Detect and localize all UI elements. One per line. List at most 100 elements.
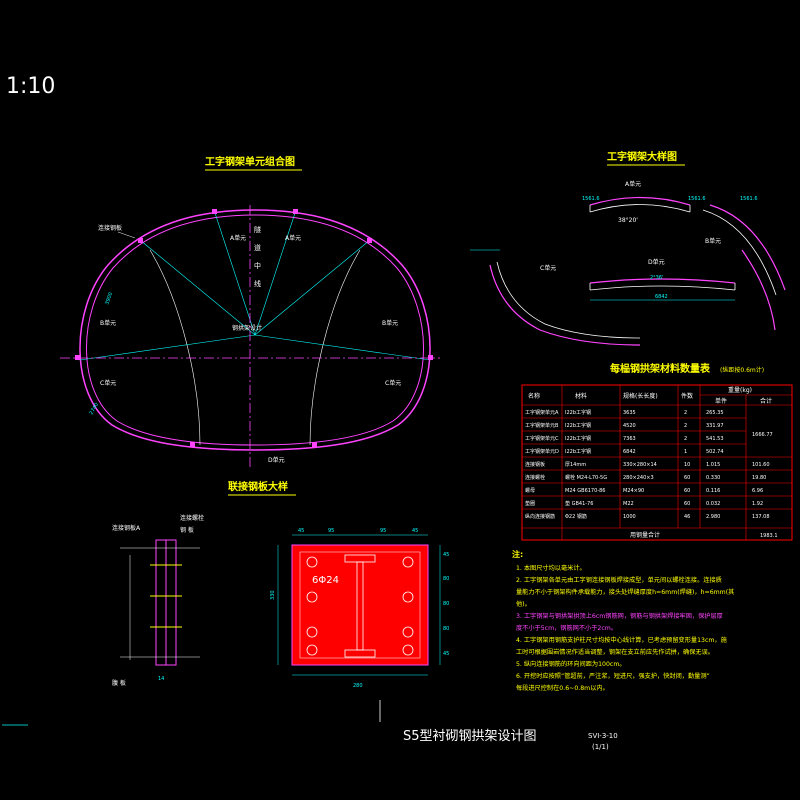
table-cell: 60 [684, 475, 690, 481]
joint-marker [75, 355, 80, 360]
plate-label: 连接钢板A [112, 524, 141, 532]
plate-dim-top-2: 95 [328, 528, 334, 534]
table-cell: 6.96 [752, 488, 763, 494]
plate-dim-right-3: 80 [443, 601, 449, 607]
table-cell: 6842 [623, 449, 636, 455]
unit-a-label-right: A单元 [285, 234, 301, 242]
dim-left: 3900 [104, 292, 114, 306]
unit-a-sample [589, 196, 691, 213]
table-cell: 纵向连接钢筋 [525, 513, 555, 520]
table-cell: 连接钢板 [525, 461, 545, 468]
table-cell: 垫 GB41-76 [565, 500, 593, 507]
table-cell: 541.53 [706, 436, 724, 442]
note-line: 2. 工字钢架各单元由工字钢连接钢板焊接成型，单元间以螺栓连接。连接质 [516, 576, 722, 584]
unit-b-label-right: B单元 [382, 319, 398, 327]
table-cell: 连接螺栓 [525, 474, 545, 481]
note-line: 每段进尺控制在0.6~0.8m以内。 [516, 684, 609, 692]
table-cell: 厚14mm [565, 462, 586, 468]
table-cell: 265.35 [706, 410, 724, 416]
radial-line [139, 239, 256, 336]
scale-label: 1:10 [6, 74, 55, 99]
table-cell: 2.980 [706, 514, 720, 520]
plate-dim-right-2: 80 [443, 576, 449, 582]
sample-dim-a: 38°20' [618, 217, 638, 224]
table-cell: Φ22 钢筋 [565, 513, 587, 520]
table-cell: 3635 [623, 410, 636, 416]
radial-line [214, 212, 256, 336]
plate-title: 联接钢板大样 [228, 480, 288, 493]
table-cell: I22b工字钢 [565, 409, 591, 416]
joint-marker [428, 355, 433, 360]
table-cell: 螺母 [525, 487, 535, 494]
plate-dim-right-5: 45 [443, 651, 449, 657]
joint-marker [190, 442, 195, 447]
table-subheader-total: 合计 [760, 397, 772, 405]
joint-marker [138, 238, 143, 243]
table-total-label: 用钢量合计 [630, 531, 660, 539]
table-subtitle: (纵距按0.6m计) [720, 366, 764, 374]
table-cell: 0.032 [706, 501, 720, 507]
plate-dim-top-4: 45 [412, 528, 418, 534]
radial-line [254, 334, 431, 361]
unit-b-label-left: B单元 [100, 319, 116, 327]
note-line: 量能力不小于钢架构件承载能力，接头处焊缝厚度h=6mm(焊缝)，h=6mm(其 [516, 588, 734, 596]
unit-b-sample [702, 204, 786, 331]
drawing-title: S5型衬砌钢拱架设计图 [403, 729, 537, 744]
note-line: 4. 工字钢架用钢筋支护柱尺寸均按中心线计算，已考虑预留变形量13cm，施 [516, 636, 727, 644]
plate-dim-top-3: 95 [380, 528, 386, 534]
table-cell: I22b工字钢 [565, 448, 591, 455]
sample-unit-c-label: C单元 [540, 264, 556, 272]
table-cell: 10 [684, 462, 690, 468]
joint-marker [212, 209, 217, 214]
table-cell: 4520 [623, 423, 636, 429]
note-line: 6. 开挖时应按照“管超前，严注浆，短进尺，强支护，快封闭，勤量测” [516, 672, 710, 680]
plate-dim-width: 280 [353, 683, 363, 689]
note-line: 3. 工字钢架与钢拱架拱顶上6cm钢筋网，钢筋与钢拱架焊接牢固，保护层厚 [516, 612, 723, 620]
table-cell: 502.74 [706, 449, 724, 455]
unit-d-label: D单元 [268, 456, 285, 464]
table-cell: 330×280×14 [623, 462, 657, 468]
sample-dim3: 6842 [655, 294, 668, 300]
note-line: 他)。 [516, 600, 531, 608]
tunnel-label-3: 中 [254, 261, 261, 270]
table-cell: 331.97 [706, 423, 724, 429]
unit-a-label-left: A单元 [230, 234, 246, 242]
table-cell: 7363 [623, 436, 636, 442]
bolt-label: 连接螺栓 [180, 514, 204, 522]
table-cell: I22b工字钢 [565, 435, 591, 442]
table-subtotal: 1666.77 [752, 432, 773, 438]
hole-spec: 6Φ24 [312, 575, 339, 586]
unit-c-label-left: C单元 [100, 379, 116, 387]
table-total: 1983.1 [760, 533, 778, 539]
table-header-name: 名称 [528, 392, 540, 400]
joint-marker [312, 442, 317, 447]
tunnel-label-2: 道 [254, 243, 261, 252]
sample-unit-b-label: B单元 [705, 237, 721, 245]
sample-dim2: 1561.6 [688, 196, 706, 202]
unit-c-label-right: C单元 [385, 379, 401, 387]
plate-dim-right-1: 45 [443, 552, 449, 558]
plate-dim-top-1: 45 [298, 528, 304, 534]
table-cell: 0.330 [706, 475, 720, 481]
table-title: 每榀钢拱架材料数量表 [610, 362, 711, 375]
joint-marker [367, 238, 372, 243]
sample-dim1: 1561.6 [582, 196, 600, 202]
notes-list: 1. 本图尺寸均以毫米计。 2. 工字钢架各单元由工字钢连接钢板焊接成型，单元间以… [516, 564, 734, 692]
tunnel-label-1: 隧 [254, 225, 261, 234]
table-cell: M24 GB6170-86 [565, 488, 605, 494]
tunnel-label-4: 线 [254, 279, 261, 288]
radial-line [254, 212, 296, 336]
table-cell: I22b工字钢 [565, 422, 591, 429]
table-cell: 2 [684, 410, 687, 416]
plate-dim-height: 330 [270, 590, 276, 600]
note-line: 1. 本图尺寸均以毫米计。 [516, 564, 586, 572]
drawing-sheet: (1/1) [592, 743, 609, 751]
guide-arc-left [149, 249, 201, 446]
table-subheader-single: 单件 [715, 397, 727, 405]
table-cell: 280×240×3 [623, 475, 654, 481]
table-cell: 137.08 [752, 514, 770, 520]
table-header-spec: 规格(长长度) [623, 392, 658, 400]
table-cell: 1.015 [706, 462, 720, 468]
large-sample-title: 工字钢架大样图 [607, 150, 677, 163]
note-line: 度不小于5cm，钢筋网不小于2cm。 [516, 624, 617, 632]
